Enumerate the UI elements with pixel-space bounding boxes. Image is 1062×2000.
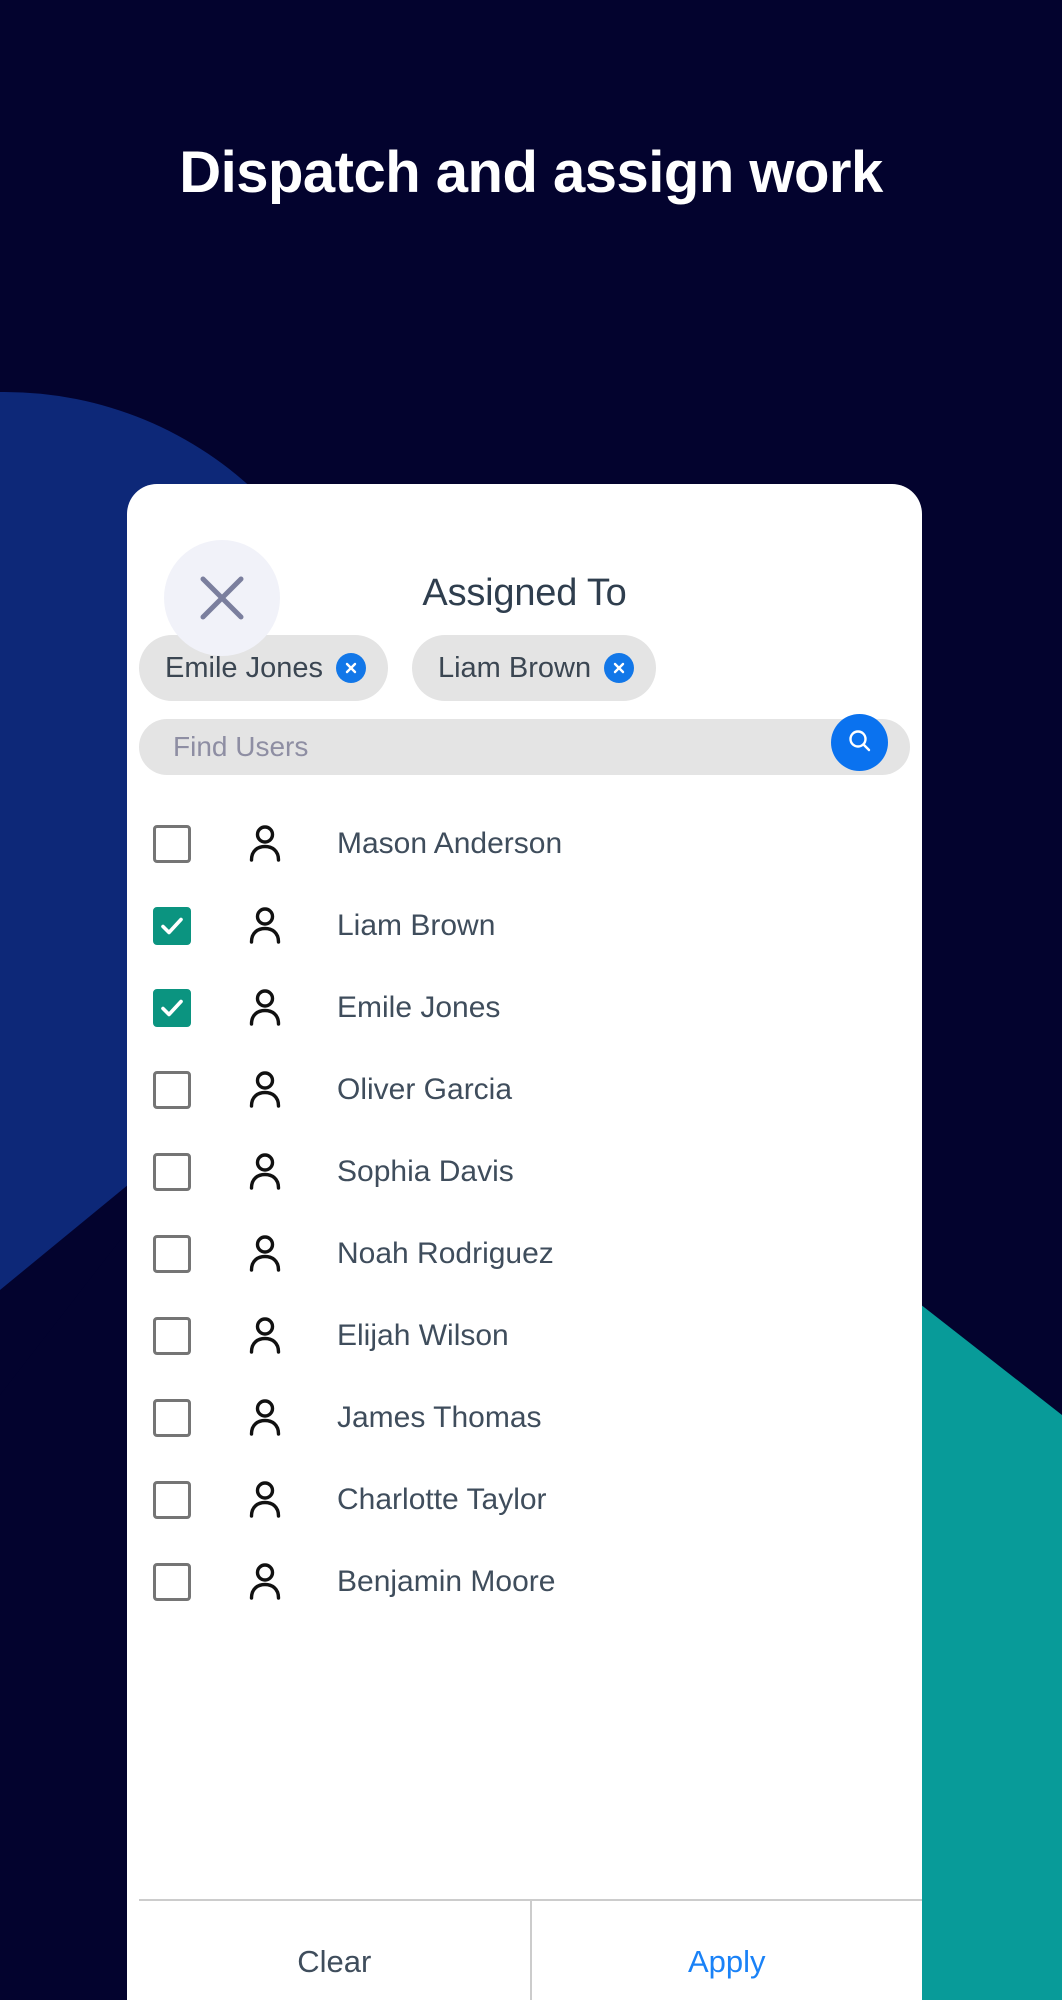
user-row[interactable]: Charlotte Taylor — [139, 1459, 922, 1541]
user-row[interactable]: Sophia Davis — [139, 1131, 922, 1213]
search-button[interactable] — [831, 714, 888, 771]
search-row — [139, 714, 910, 775]
user-name: Oliver Garcia — [337, 1073, 513, 1106]
user-name: Mason Anderson — [337, 827, 563, 860]
person-icon — [243, 1068, 287, 1112]
page-title: Dispatch and assign work — [179, 140, 883, 205]
person-icon — [243, 986, 287, 1030]
app-screen: Dispatch and assign work Assigned To Emi… — [0, 0, 1062, 2000]
person-icon — [243, 904, 287, 948]
modal-header: Assigned To — [127, 484, 922, 656]
user-row[interactable]: James Thomas — [139, 1377, 922, 1459]
user-name: Emile Jones — [337, 991, 501, 1024]
modal-title: Assigned To — [422, 572, 627, 614]
person-icon — [243, 1150, 287, 1194]
circle-x-icon[interactable] — [335, 653, 366, 683]
user-checkbox[interactable] — [153, 1399, 191, 1437]
user-row[interactable]: Noah Rodriguez — [139, 1213, 922, 1295]
clear-button[interactable]: Clear — [139, 1901, 530, 2000]
user-name: Elijah Wilson — [337, 1319, 509, 1352]
chip-label: Emile Jones — [165, 651, 323, 684]
person-icon — [243, 1314, 287, 1358]
user-checkbox[interactable] — [153, 1563, 191, 1601]
chip-emile-jones[interactable]: Emile Jones — [139, 635, 388, 701]
user-row[interactable]: Liam Brown — [139, 885, 922, 967]
person-icon — [243, 1560, 287, 1604]
user-row[interactable]: Oliver Garcia — [139, 1049, 922, 1131]
user-name: Noah Rodriguez — [337, 1237, 554, 1270]
user-row[interactable]: Mason Anderson — [139, 803, 922, 885]
user-checkbox[interactable] — [153, 1153, 191, 1191]
user-row[interactable]: Benjamin Moore — [139, 1541, 922, 1623]
assigned-to-modal: Assigned To Emile Jones Liam Brown Find … — [127, 484, 922, 2000]
person-icon — [243, 1396, 287, 1440]
user-name: Benjamin Moore — [337, 1565, 556, 1598]
circle-x-icon[interactable] — [604, 653, 635, 683]
user-checkbox[interactable] — [153, 1235, 191, 1273]
person-icon — [243, 1478, 287, 1522]
search-icon — [845, 726, 875, 759]
user-checkbox[interactable] — [153, 907, 191, 945]
chip-liam-brown[interactable]: Liam Brown — [411, 635, 657, 701]
user-row[interactable]: Emile Jones — [139, 967, 922, 1049]
user-name: Sophia Davis — [337, 1155, 514, 1188]
person-icon — [243, 822, 287, 866]
user-list: Mason Anderson Liam Brown Emile Jones Olive… — [127, 803, 922, 1623]
user-checkbox[interactable] — [153, 1071, 191, 1109]
user-name: Liam Brown — [337, 909, 496, 942]
user-row[interactable]: Elijah Wilson — [139, 1295, 922, 1377]
user-checkbox[interactable] — [153, 1481, 191, 1519]
modal-footer: Clear Apply — [139, 1899, 922, 2000]
apply-button[interactable]: Apply — [532, 1901, 923, 2000]
search-input[interactable] — [139, 719, 910, 775]
chip-label: Liam Brown — [437, 651, 592, 684]
user-name: Charlotte Taylor — [337, 1483, 547, 1516]
user-checkbox[interactable] — [153, 1317, 191, 1355]
person-icon — [243, 1232, 287, 1276]
user-name: James Thomas — [337, 1401, 542, 1434]
user-checkbox[interactable] — [153, 989, 191, 1027]
user-checkbox[interactable] — [153, 825, 191, 863]
